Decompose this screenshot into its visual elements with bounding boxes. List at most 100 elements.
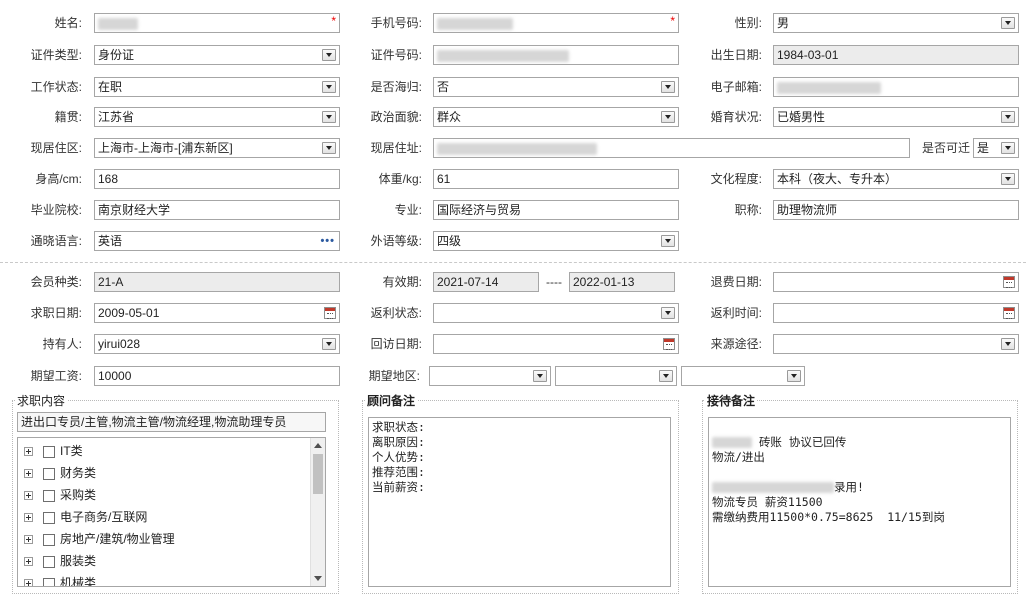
calendar-icon[interactable] (1003, 276, 1015, 288)
political-status-select[interactable]: 群众 (433, 107, 679, 127)
checkbox-icon[interactable] (43, 555, 55, 568)
checkbox-icon[interactable] (43, 489, 55, 502)
major-label: 专业: (394, 203, 422, 217)
chevron-down-icon[interactable] (322, 111, 336, 123)
gender-value: 男 (777, 16, 790, 30)
source-select[interactable] (773, 334, 1019, 354)
tree-item[interactable]: IT类 (24, 443, 83, 459)
note-line: 推荐范围: (372, 465, 425, 479)
revisit-date-field[interactable] (433, 334, 679, 354)
relocatable-label: 是否可迁 (921, 141, 970, 155)
note-line: 录用! (712, 480, 1007, 495)
scroll-thumb[interactable] (313, 454, 323, 494)
birth-date-field: 1984-03-01 (773, 45, 1019, 65)
checkbox-icon[interactable] (43, 533, 55, 546)
residence-area-select[interactable]: 上海市-上海市-[浦东新区] (94, 138, 340, 158)
region-city-select[interactable] (555, 366, 677, 386)
height-field[interactable]: 168 (94, 169, 340, 189)
scroll-up-arrow-icon[interactable] (314, 443, 322, 448)
chevron-down-icon[interactable] (1001, 173, 1015, 185)
job-intent-selected[interactable]: 进出口专员/主管,物流主管/物流经理,物流助理专员 (17, 412, 326, 432)
chevron-down-icon[interactable] (1001, 111, 1015, 123)
holder-select[interactable]: yirui028 (94, 334, 340, 354)
job-category-tree[interactable]: IT类 财务类 采购类 电子商务/互联网 房地产/建筑/物业管理 服装类 机械类 (17, 437, 326, 587)
work-status-select[interactable]: 在职 (94, 77, 340, 97)
calendar-icon[interactable] (324, 307, 336, 319)
rebate-time-field[interactable] (773, 303, 1019, 323)
languages-field[interactable]: 英语 ••• (94, 231, 340, 251)
note-line: 物流/进出 (712, 450, 765, 464)
tree-item[interactable]: 服装类 (24, 553, 96, 569)
plus-icon[interactable] (24, 557, 33, 567)
checkbox-icon[interactable] (43, 511, 55, 524)
residence-address-field[interactable] (433, 138, 910, 158)
plus-icon[interactable] (24, 535, 33, 545)
chevron-down-icon[interactable] (787, 370, 801, 382)
chevron-down-icon[interactable] (661, 307, 675, 319)
chevron-down-icon[interactable] (659, 370, 673, 382)
chevron-down-icon[interactable] (1001, 338, 1015, 350)
plus-icon[interactable] (24, 447, 33, 457)
foreign-level-select[interactable]: 四级 (433, 231, 679, 251)
chevron-down-icon[interactable] (661, 235, 675, 247)
id-type-select[interactable]: 身份证 (94, 45, 340, 65)
name-field[interactable]: * (94, 13, 340, 33)
plus-icon[interactable] (24, 513, 33, 523)
expected-salary-field[interactable]: 10000 (94, 366, 340, 386)
plus-icon[interactable] (24, 579, 33, 586)
chevron-down-icon[interactable] (1001, 17, 1015, 29)
chevron-down-icon[interactable] (322, 142, 336, 154)
tree-item[interactable]: 采购类 (24, 487, 96, 503)
tree-scrollbar[interactable] (310, 438, 325, 586)
school-field[interactable]: 南京财经大学 (94, 200, 340, 220)
note-line: 物流专员 薪资11500 (712, 495, 823, 509)
rebate-time-label: 返利时间: (710, 306, 762, 320)
chevron-down-icon[interactable] (533, 370, 547, 382)
tree-item-label: 采购类 (60, 488, 97, 502)
job-seek-date-field[interactable]: 2009-05-01 (94, 303, 340, 323)
region-district-select[interactable] (681, 366, 805, 386)
marital-status-select[interactable]: 已婚男性 (773, 107, 1019, 127)
email-field[interactable] (773, 77, 1019, 97)
plus-icon[interactable] (24, 469, 33, 479)
chevron-down-icon[interactable] (322, 49, 336, 61)
rebate-status-select[interactable] (433, 303, 679, 323)
id-number-field[interactable] (433, 45, 679, 65)
weight-field[interactable]: 61 (433, 169, 679, 189)
tree-item[interactable]: 机械类 (24, 575, 96, 586)
holder-label: 持有人: (42, 337, 82, 351)
title-field[interactable]: 助理物流师 (773, 200, 1019, 220)
checkbox-icon[interactable] (43, 445, 55, 458)
refund-date-label: 退费日期: (710, 275, 762, 289)
more-dots-icon[interactable]: ••• (320, 232, 335, 250)
chevron-down-icon[interactable] (661, 81, 675, 93)
consultant-notes-textarea[interactable]: 求职状态: 离职原因: 个人优势: 推荐范围: 当前薪资: (368, 417, 671, 587)
reception-notes-textarea[interactable]: 砖账 协议已回传 物流/进出 录用! 物流专员 薪资11500 需缴纳费用11500*… (708, 417, 1011, 587)
plus-icon[interactable] (24, 491, 33, 501)
tree-item[interactable]: 电子商务/互联网 (24, 509, 147, 525)
scroll-down-arrow-icon[interactable] (314, 576, 322, 581)
checkbox-icon[interactable] (43, 577, 55, 586)
chevron-down-icon[interactable] (322, 338, 336, 350)
major-field[interactable]: 国际经济与贸易 (433, 200, 679, 220)
chevron-down-icon[interactable] (322, 81, 336, 93)
checkbox-icon[interactable] (43, 467, 55, 480)
refund-date-field[interactable] (773, 272, 1019, 292)
education-select[interactable]: 本科（夜大、专升本） (773, 169, 1019, 189)
tree-item[interactable]: 房地产/建筑/物业管理 (24, 531, 175, 547)
tree-item[interactable]: 财务类 (24, 465, 96, 481)
calendar-icon[interactable] (1003, 307, 1015, 319)
relocatable-select[interactable]: 是 (973, 138, 1019, 158)
chevron-down-icon[interactable] (661, 111, 675, 123)
region-province-select[interactable] (429, 366, 551, 386)
native-place-select[interactable]: 江苏省 (94, 107, 340, 127)
chevron-down-icon[interactable] (1001, 142, 1015, 154)
calendar-icon[interactable] (663, 338, 675, 350)
work-status-value: 在职 (98, 80, 123, 94)
mobile-field[interactable]: * (433, 13, 679, 33)
gender-select[interactable]: 男 (773, 13, 1019, 33)
holder-value: yirui028 (98, 337, 141, 351)
valid-period-separator: ---- (546, 275, 562, 289)
returnee-select[interactable]: 否 (433, 77, 679, 97)
note-line: 个人优势: (372, 450, 425, 464)
